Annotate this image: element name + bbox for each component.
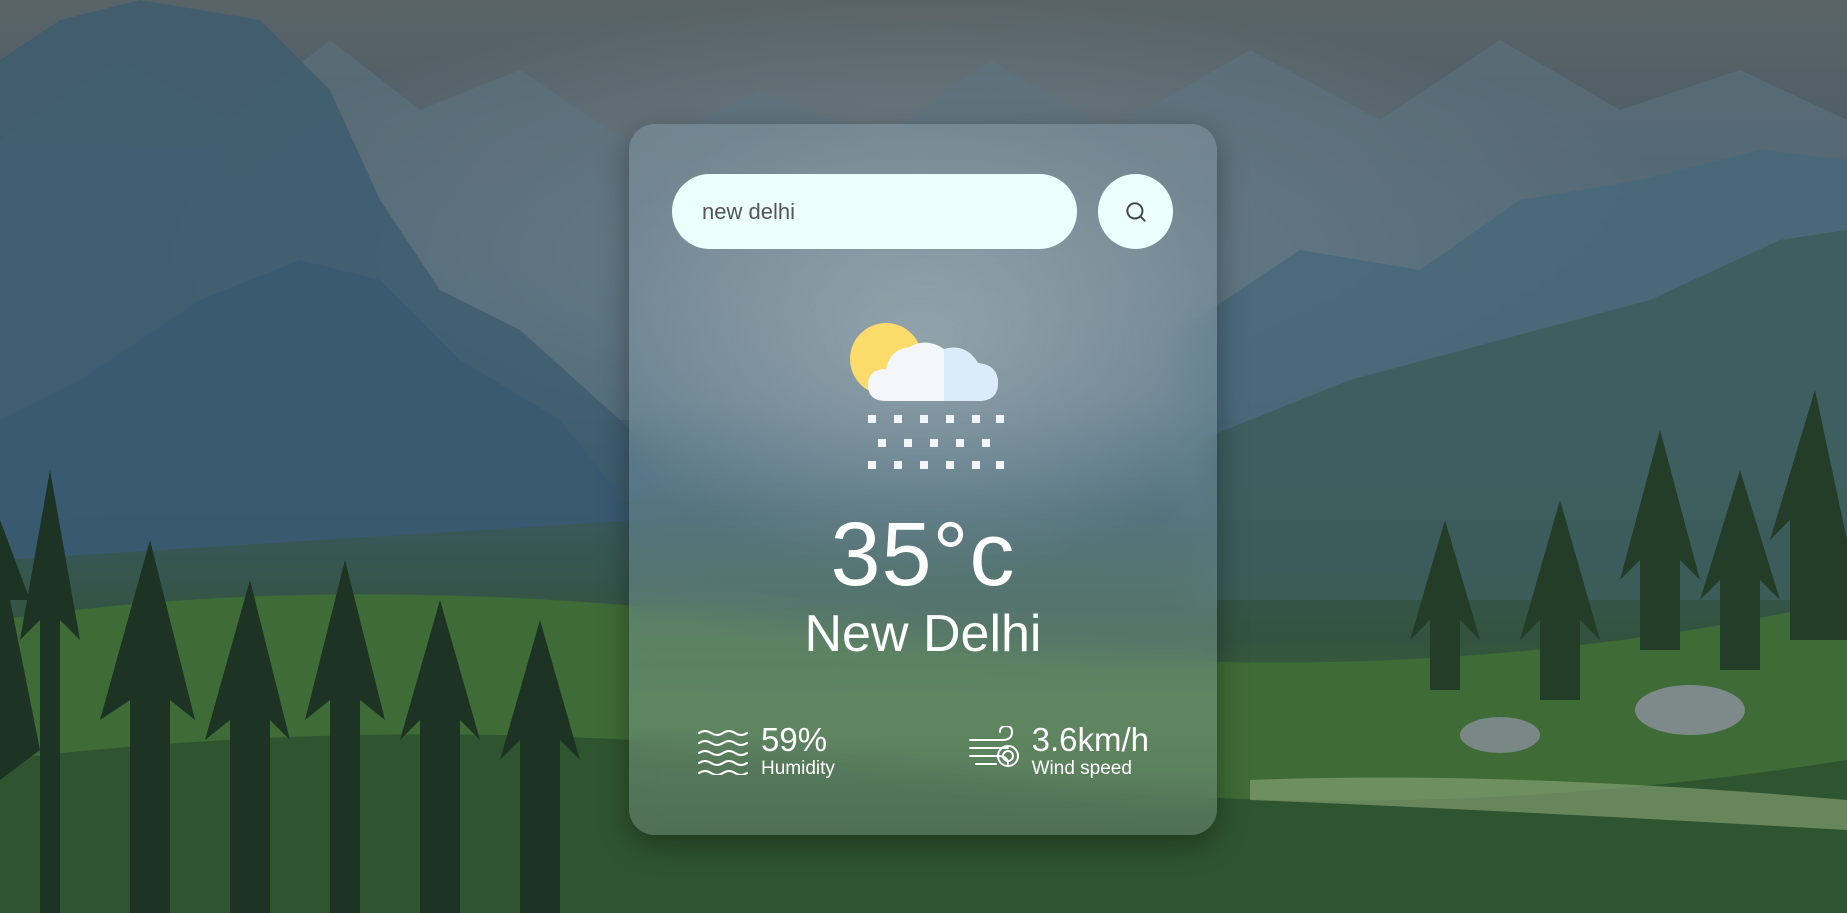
wind-icon (968, 726, 1019, 767)
wind-value: 3.6km/h (1031, 721, 1149, 758)
weather-details: 59% Humidity 3.6km/h Wind speed (697, 722, 1177, 780)
city-name: New Delhi (804, 605, 1042, 663)
wind-panel: 3.6km/h Wind speed (968, 722, 1149, 780)
search-icon (1125, 201, 1146, 222)
humidity-icon (698, 730, 748, 775)
temperature: 35°c (830, 505, 1016, 605)
wind-label: Wind speed (1031, 758, 1132, 779)
snow-icon (850, 323, 1004, 469)
humidity-panel: 59% Humidity (697, 722, 835, 780)
humidity-label: Humidity (761, 758, 835, 779)
search-bar (672, 174, 1173, 249)
city-search-input[interactable] (672, 174, 1077, 249)
humidity-value: 59% (761, 721, 828, 758)
weather-card: 35°c New Delhi 59% Humidity (629, 124, 1217, 835)
search-button[interactable] (1098, 174, 1173, 249)
